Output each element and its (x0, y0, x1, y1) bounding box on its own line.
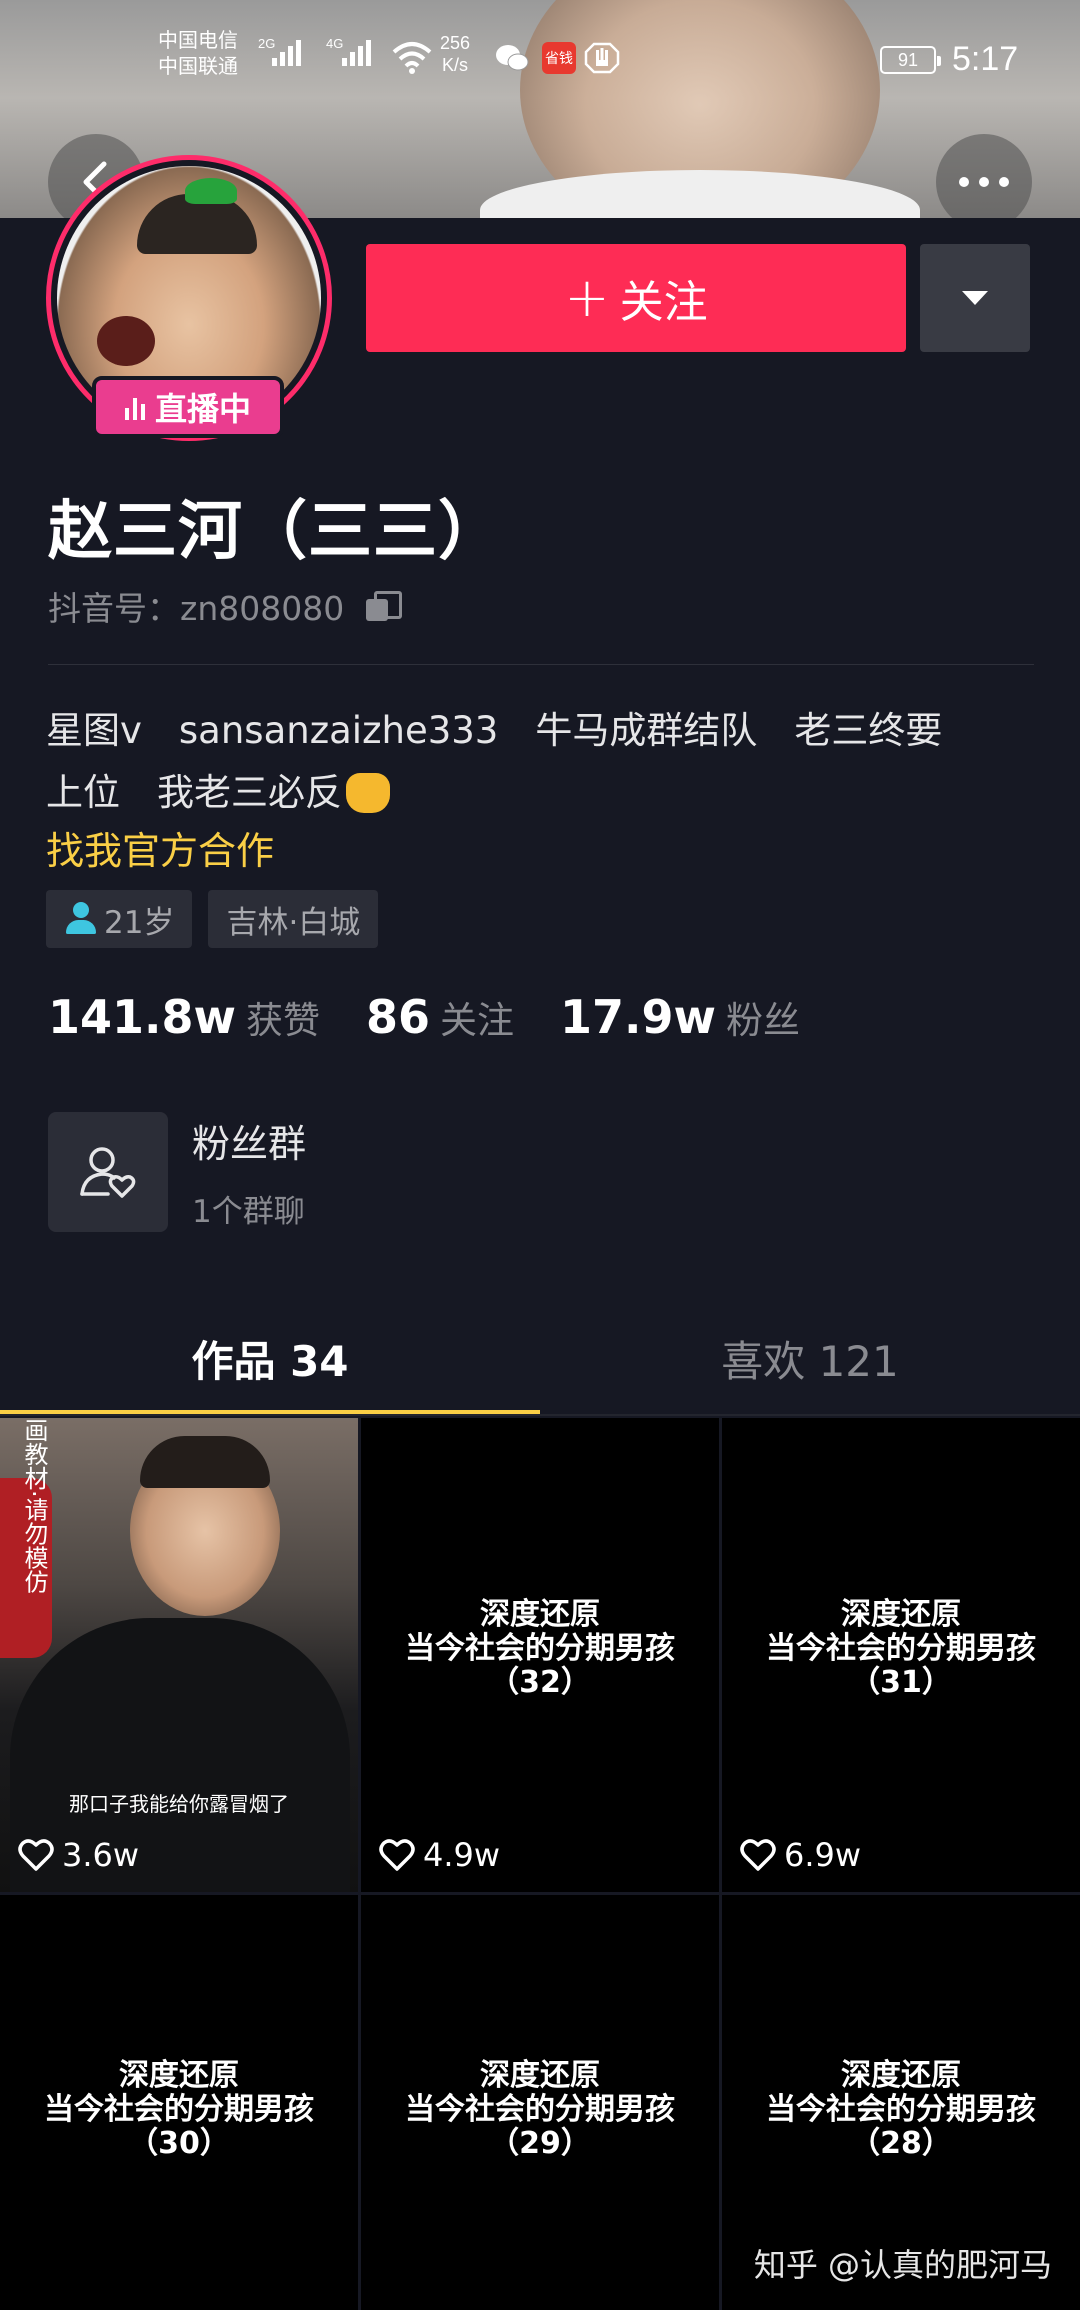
bio: 星图v sansanzaizhe333 牛马成群结队 老三终要 上位 我老三必反 (46, 709, 943, 814)
live-badge[interactable]: 直播中 (92, 376, 284, 438)
network-speed: 256 K/s (440, 33, 471, 75)
follow-button[interactable]: + 关注 (366, 244, 906, 352)
video-thumbnail[interactable]: 深度还原 当今社会的分期男孩 （32） 4.9w (361, 1418, 719, 1892)
tab-likes[interactable]: 喜欢 121 (540, 1300, 1080, 1416)
caret-down-icon (962, 291, 988, 305)
more-button[interactable] (936, 134, 1032, 218)
signal-icon (272, 40, 301, 66)
heart-icon (740, 1839, 776, 1871)
profile-stats: 141.8w 获赞 86 关注 17.9w 粉丝 (48, 990, 846, 1044)
fan-group-icon (48, 1112, 168, 1232)
video-thumbnail[interactable]: 深度还原 当今社会的分期男孩 （31） 6.9w (722, 1418, 1080, 1892)
fist-emoji-icon (346, 773, 390, 813)
profile-tabs: 作品 34 喜欢 121 (0, 1300, 1080, 1416)
status-bar: 中国电信 中国联通 2G 4G 256 K/s 省钱 91 5:17 (158, 30, 1019, 80)
video-thumbnail[interactable]: 深度还原 当今社会的分期男孩 （29） (361, 1895, 719, 2310)
video-grid: 画教材·请勿模仿 那口子我能给你露冒烟了 3.6w 深度还原 当今社会的分期男孩… (0, 1418, 1080, 2310)
watermark: 知乎 @认真的肥河马 (753, 2246, 1052, 2284)
following-stat[interactable]: 86 关注 (366, 990, 514, 1044)
signal-icon-2 (342, 40, 371, 66)
heart-icon (379, 1839, 415, 1871)
video-likes: 6.9w (740, 1836, 861, 1874)
age-tag: 21岁 (46, 890, 193, 948)
fans-stat[interactable]: 17.9w 粉丝 (560, 990, 800, 1044)
location-tag: 吉林·白城 (208, 890, 379, 948)
recommend-dropdown-button[interactable] (920, 244, 1030, 352)
hand-stop-icon (584, 42, 620, 74)
wifi-icon (392, 40, 432, 80)
video-likes: 4.9w (379, 1836, 500, 1874)
copy-icon[interactable] (364, 589, 403, 623)
likes-stat[interactable]: 141.8w 获赞 (48, 990, 320, 1044)
live-bars-icon (124, 394, 145, 420)
shopping-app-icon: 省钱 (542, 42, 576, 74)
plus-icon: + (564, 266, 610, 329)
heart-icon (18, 1839, 54, 1871)
divider (48, 664, 1034, 665)
more-dots-icon (959, 177, 1009, 187)
clock: 5:17 (952, 40, 1019, 78)
video-likes: 3.6w (18, 1836, 139, 1874)
video-thumbnail[interactable]: 深度还原 当今社会的分期男孩 （30） (0, 1895, 358, 2310)
tab-works[interactable]: 作品 34 (0, 1300, 540, 1416)
profile-tags: 21岁 吉林·白城 (46, 890, 379, 948)
video-thumbnail[interactable]: 画教材·请勿模仿 那口子我能给你露冒烟了 3.6w (0, 1418, 358, 1892)
wechat-icon (494, 42, 530, 74)
douyin-id[interactable]: 抖音号：zn808080 (48, 582, 403, 630)
person-icon (64, 902, 98, 936)
carrier-info: 中国电信 中国联通 (158, 30, 238, 78)
battery-icon: 91 (880, 46, 941, 74)
cooperation-link[interactable]: 找我官方合作 (46, 820, 274, 875)
fan-group[interactable]: 粉丝群 1个群聊 (48, 1112, 306, 1232)
video-cover-image: 画教材·请勿模仿 那口子我能给你露冒烟了 (0, 1418, 358, 1892)
nickname: 赵三河（三三） (48, 495, 503, 569)
